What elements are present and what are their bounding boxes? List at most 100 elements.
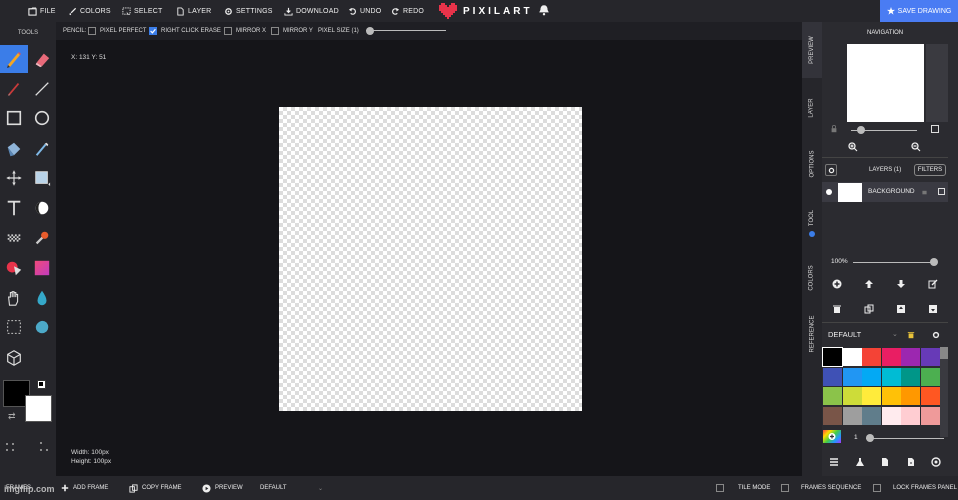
drawing-canvas[interactable] [279,107,582,411]
opacity-slider-track[interactable] [853,262,935,263]
brush-size-slider-track[interactable] [866,438,944,439]
layer-lock-icon[interactable] [921,188,928,195]
palette-swatch[interactable] [901,367,920,386]
menu-select[interactable]: SELECT [122,0,162,22]
palette-swatch[interactable] [901,387,920,405]
tab-layer[interactable]: LAYER [802,84,822,132]
palette-swatch[interactable] [842,406,862,425]
palette-scrollbar[interactable] [940,347,948,437]
import-palette-icon[interactable] [880,457,890,467]
pixilart-logo[interactable]: PIXILART [439,0,533,22]
move-tool[interactable] [0,164,28,192]
layer-visibility-icon[interactable] [826,189,832,195]
frames-sequence-option[interactable]: FRAMES SEQUENCE [781,476,861,500]
tab-colors[interactable]: COLORS [802,254,822,302]
menu-colors[interactable]: COLORS [68,0,111,22]
pattern-tool[interactable] [0,224,28,252]
lock-frames-panel-checkbox[interactable] [873,484,881,492]
palette-swatch[interactable] [842,348,862,366]
opacity-slider-knob[interactable] [930,258,938,266]
color-picker-tool[interactable] [28,135,56,163]
pixel-size-slider-knob[interactable] [366,26,374,35]
palette-select[interactable]: DEFAULT [828,330,861,339]
palette-swatch[interactable] [862,387,881,405]
save-drawing-button[interactable]: SAVE DRAWING [880,0,958,22]
pixel-size-slider-track[interactable] [366,30,446,31]
tile-mode-option[interactable]: TILE MODE [716,476,770,500]
add-layer-icon[interactable] [832,279,842,289]
palette-swatch[interactable] [920,387,940,405]
preview-button[interactable]: PREVIEW [202,476,243,500]
mirror-x-checkbox[interactable] [224,27,232,35]
palette-dropdown-icon[interactable]: ⌄ [892,330,898,338]
tab-options[interactable]: OPTIONS [802,138,822,190]
zoom-out-icon[interactable] [911,142,921,152]
lock-frames-panel-option[interactable]: LOCK FRAMES PANEL [873,476,957,500]
resize-tool[interactable] [28,164,56,192]
lock-icon[interactable] [830,125,838,133]
edit-layer-icon[interactable] [928,279,938,289]
layer-settings-button[interactable] [825,164,837,176]
brush-size-slider-knob[interactable] [866,434,874,442]
palette-swatch[interactable] [823,367,842,386]
palette-swatch[interactable] [842,367,862,386]
palette-swatch[interactable] [920,367,940,386]
delete-layer-icon[interactable] [832,304,842,314]
tab-reference[interactable]: REFERENCE [802,308,822,360]
eraser-tool[interactable] [28,45,56,73]
reset-colors-icon[interactable] [37,380,46,389]
pixel-perfect-checkbox[interactable] [88,27,96,35]
export-palette-icon[interactable] [906,457,916,467]
merge-up-icon[interactable] [896,304,906,314]
3d-tool[interactable] [0,344,28,372]
more-tools-icon[interactable] [4,440,22,454]
swap-colors-icon[interactable]: ⇄ [8,411,16,422]
zoom-in-icon[interactable] [848,142,858,152]
merge-down-icon[interactable] [928,304,938,314]
mirror-x-option[interactable]: MIRROR X [224,22,266,40]
fill-tool[interactable] [0,135,28,163]
palette-swatch[interactable] [901,348,920,366]
palette-swatch[interactable] [920,406,940,425]
pencil-tool[interactable] [0,45,28,73]
frames-sequence-checkbox[interactable] [781,484,789,492]
pixel-perfect-option[interactable]: PIXEL PERFECT [88,22,146,40]
menu-undo[interactable]: UNDO [348,0,381,22]
magic-wand-tool[interactable] [28,313,56,341]
palette-swatch[interactable] [842,387,862,405]
navigation-preview[interactable] [847,44,924,122]
palette-swatch[interactable] [920,348,940,366]
palette-swatch[interactable] [881,406,901,425]
palette-swatch[interactable] [881,387,901,405]
palette-swatch[interactable] [862,348,881,366]
hand-tool[interactable] [0,284,28,312]
secondary-color-swatch[interactable] [25,395,52,422]
menu-download[interactable]: DOWNLOAD [284,0,339,22]
bell-icon[interactable] [538,4,550,16]
move-layer-up-icon[interactable] [864,279,874,289]
palette-swatch[interactable] [822,347,843,367]
tab-preview[interactable]: PREVIEW [802,22,822,78]
grid-dots-icon[interactable] [37,440,51,454]
menu-redo[interactable]: REDO [391,0,424,22]
right-click-erase-checkbox[interactable] [149,27,157,35]
text-tool[interactable] [0,194,28,222]
palette-swatch[interactable] [881,348,901,366]
select-tool[interactable] [0,313,28,341]
gradient-tool[interactable] [28,254,56,282]
filters-button[interactable]: FILTERS [914,164,946,176]
list-view-icon[interactable] [829,457,839,467]
add-frame-button[interactable]: ADD FRAME [61,476,108,500]
flask-icon[interactable] [855,457,865,467]
menu-file[interactable]: FILE [28,0,56,22]
palette-swatch[interactable] [823,387,842,405]
menu-layer[interactable]: LAYER [176,0,211,22]
tile-mode-checkbox[interactable] [716,484,724,492]
palette-swatch[interactable] [823,406,842,425]
dither-tool[interactable] [28,194,56,222]
zoom-slider-knob[interactable] [857,126,865,134]
palette-swatch[interactable] [862,367,881,386]
palette-swatch[interactable] [901,406,920,425]
stamp-tool[interactable] [28,224,56,252]
duplicate-layer-icon[interactable] [864,304,874,314]
